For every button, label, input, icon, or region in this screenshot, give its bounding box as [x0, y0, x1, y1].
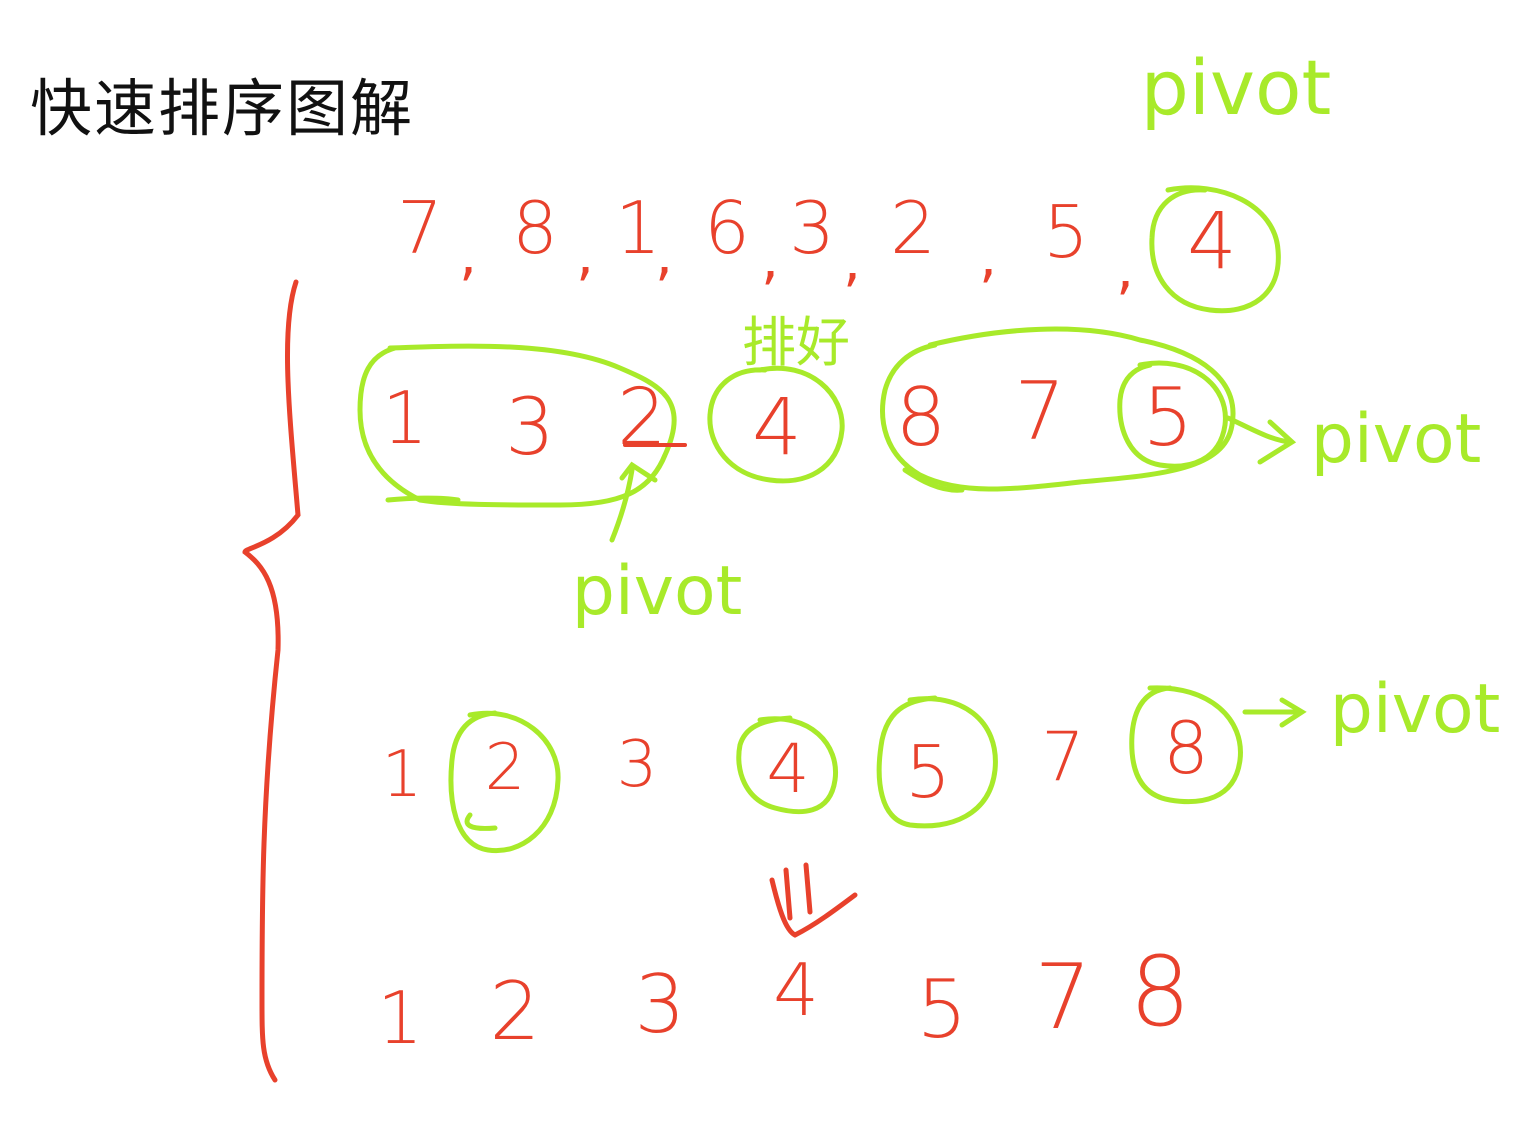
row1-separator: , [979, 225, 997, 290]
pivot-label-row2-below: pivot [571, 552, 743, 631]
row2-number: 8 [895, 371, 947, 464]
row2-number: 1 [382, 376, 428, 460]
down-double-arrow [769, 862, 858, 938]
row4-number: 3 [634, 958, 686, 1051]
pivot-label-row3-right: pivot [1329, 670, 1501, 749]
row1-pivot-number: 4 [1187, 197, 1237, 287]
row2-number: 7 [1014, 365, 1066, 458]
row3-pivot-number: 8 [1163, 706, 1209, 790]
row3-number: 7 [1041, 718, 1085, 797]
left-brace [242, 279, 301, 1083]
sorted-note: 排好 [742, 311, 850, 374]
row2-pivot-number: 5 [1142, 371, 1194, 464]
row3-number: 1 [381, 738, 423, 812]
row1-separator: , [655, 223, 673, 288]
arrow-row2-right [1225, 415, 1297, 465]
pivot-label-top: pivot [1140, 43, 1332, 132]
row3-number: 3 [616, 728, 658, 802]
row1-number: 5 [1043, 190, 1089, 274]
row4-number: 1 [377, 976, 423, 1060]
row1-number: 8 [512, 186, 558, 270]
group-left-tail [385, 495, 461, 503]
arrow-row2-below [609, 461, 658, 543]
arrow-row3-right [1242, 697, 1307, 728]
annotation-overlay [242, 185, 1307, 1083]
circle-row3-2-tail [464, 812, 498, 831]
pivot-label-row2-right: pivot [1310, 400, 1482, 479]
row3-pivot-number: 2 [484, 731, 526, 805]
row4-number: 5 [916, 963, 968, 1056]
row4-number: 7 [1034, 945, 1092, 1050]
row4-number: 8 [1129, 936, 1191, 1048]
row3-sorted-number: 4 [766, 730, 810, 809]
row2-sorted-number: 4 [752, 383, 802, 473]
row3-sorted-number: 5 [905, 730, 951, 814]
row1-number: 3 [789, 186, 835, 270]
row4-number: 2 [489, 965, 541, 1058]
row1-number: 6 [704, 186, 750, 270]
row1-separator: , [843, 229, 861, 294]
row1-number: 7 [397, 186, 443, 270]
row2-number: 3 [505, 383, 555, 473]
row2-pivot-number: 2 [617, 373, 667, 463]
row1-separator: , [1116, 237, 1134, 302]
row1-separator: , [459, 223, 477, 288]
row1-number: 2 [890, 186, 936, 270]
row1-separator: , [576, 223, 594, 288]
row4-number: 4 [773, 948, 819, 1032]
row1-separator: , [761, 227, 779, 292]
row1-number: 1 [615, 186, 661, 270]
